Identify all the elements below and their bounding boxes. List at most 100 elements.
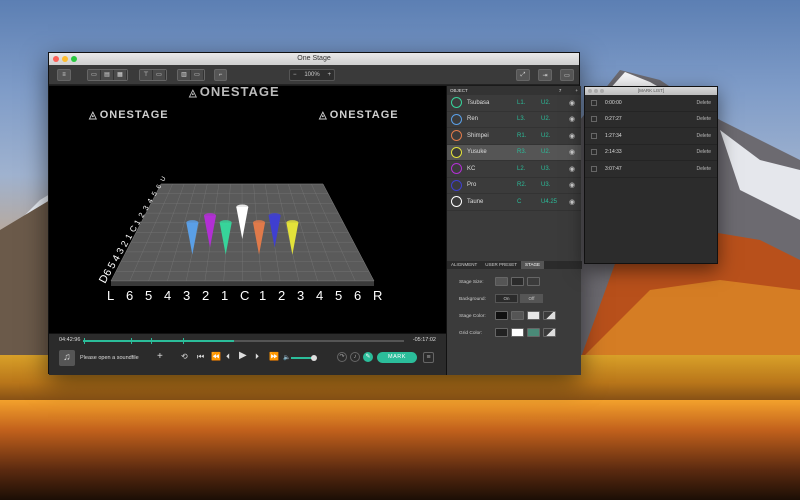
add-object-button[interactable]: + bbox=[575, 88, 578, 93]
loop-icon[interactable]: ⟲ bbox=[181, 352, 188, 361]
object-row[interactable]: Tsubasa L1. U2. ◉ bbox=[447, 95, 581, 112]
title-bar: One Stage bbox=[49, 53, 579, 65]
mark-checkbox[interactable] bbox=[591, 149, 597, 156]
skip-back-icon[interactable]: ⏮ bbox=[197, 352, 204, 362]
step-back-icon[interactable]: ⏴ bbox=[226, 352, 230, 362]
play-icon[interactable]: ▶ bbox=[239, 350, 247, 361]
note-icon[interactable]: ♪ bbox=[350, 352, 360, 362]
mark-checkbox[interactable] bbox=[591, 99, 597, 106]
mark-row[interactable]: 1:27:34 Delete bbox=[585, 128, 717, 145]
eye-icon[interactable]: ◉ bbox=[569, 148, 575, 156]
zoom-in-button[interactable]: + bbox=[327, 72, 331, 78]
stage-color-black[interactable] bbox=[495, 311, 508, 320]
mark-checkbox[interactable] bbox=[591, 165, 597, 172]
object-row[interactable]: Taune C U4.25 ◉ bbox=[447, 194, 581, 211]
stage-viewport[interactable]: ◬ ONESTAGE ◬ ONESTAGE ◬ ONESTAGE L654321C12… bbox=[49, 86, 446, 333]
stage-front-label: 5 bbox=[145, 288, 152, 303]
list-menu-icon[interactable]: ≡ bbox=[423, 352, 434, 363]
object-list: Tsubasa L1. U2. ◉ Ren L3. U2. ◉ Shimpei R1. U2. ◉ Yu… bbox=[447, 95, 581, 211]
eye-icon[interactable]: ◉ bbox=[569, 198, 575, 206]
eye-icon[interactable]: ◉ bbox=[569, 99, 575, 107]
mark-delete-button[interactable]: Delete bbox=[697, 133, 711, 139]
mark-row[interactable]: 0:27:27 Delete bbox=[585, 112, 717, 128]
grid-color-white[interactable] bbox=[511, 328, 524, 337]
layout-b-icon[interactable]: ▭ bbox=[191, 70, 204, 80]
rewind-icon[interactable]: ⏪ bbox=[211, 352, 221, 361]
grid-color-black[interactable] bbox=[495, 328, 508, 337]
add-soundfile-button[interactable]: + bbox=[157, 351, 163, 362]
stage-front-icon[interactable]: ⊤ bbox=[140, 70, 153, 80]
stage-color-white[interactable] bbox=[527, 311, 540, 320]
step-forward-icon[interactable]: ⏵ bbox=[255, 352, 259, 362]
mark-row[interactable]: 2:14:33 Delete bbox=[585, 145, 717, 161]
soundfile-placeholder[interactable]: Please open a soundfile bbox=[80, 355, 139, 361]
object-ud-position: U2. bbox=[541, 149, 551, 156]
object-row[interactable]: Shimpei R1. U2. ◉ bbox=[447, 128, 581, 145]
view-grid-icon[interactable]: ▦ bbox=[114, 70, 127, 80]
mark-delete-button[interactable]: Delete bbox=[697, 166, 711, 172]
music-note-icon[interactable]: ♫ bbox=[59, 350, 75, 366]
stage-top-icon[interactable]: ▭ bbox=[153, 70, 166, 80]
volume-slider[interactable] bbox=[291, 357, 313, 359]
stage-color-gray[interactable] bbox=[511, 311, 524, 320]
close-button[interactable] bbox=[588, 89, 592, 93]
object-row[interactable]: Pro R2. U3. ◉ bbox=[447, 178, 581, 194]
sidebar-toggle-icon[interactable]: ≡ bbox=[57, 69, 71, 81]
background-off-button[interactable]: Off bbox=[520, 294, 543, 303]
object-ud-position: U2. bbox=[541, 99, 551, 106]
object-name: Tsubasa bbox=[467, 99, 490, 106]
object-lr-position: L3. bbox=[517, 116, 526, 123]
layout-a-icon[interactable]: ▥ bbox=[178, 70, 191, 80]
eye-icon[interactable]: ◉ bbox=[569, 132, 575, 140]
stage-front-label: 5 bbox=[335, 288, 342, 303]
background-on-button[interactable]: On bbox=[495, 294, 518, 303]
object-row[interactable]: Yusuke R3. U2. ◉ bbox=[447, 144, 581, 161]
zoom-button[interactable] bbox=[71, 56, 77, 62]
fullscreen-icon[interactable]: ⤢ bbox=[516, 69, 530, 81]
mark-delete-button[interactable]: Delete bbox=[697, 116, 711, 122]
object-row[interactable]: Ren L3. U2. ◉ bbox=[447, 112, 581, 128]
stage-depth-label: 2 bbox=[119, 239, 130, 248]
fast-forward-icon[interactable]: ⏩ bbox=[269, 352, 279, 361]
grid-color-custom[interactable] bbox=[543, 328, 556, 337]
object-ud-position: U3. bbox=[541, 165, 551, 172]
stage-size-medium-icon[interactable] bbox=[511, 277, 524, 286]
minimize-button[interactable] bbox=[594, 89, 598, 93]
tab-alignment[interactable]: ALIGNMENT bbox=[447, 261, 481, 269]
corner-icon[interactable]: ⌐ bbox=[214, 69, 227, 81]
stage-size-large-icon[interactable] bbox=[495, 277, 508, 286]
screen-icon[interactable]: ▭ bbox=[560, 69, 574, 81]
zoom-out-button[interactable]: − bbox=[293, 72, 297, 78]
mark-delete-button[interactable]: Delete bbox=[697, 100, 711, 106]
stage-color-custom[interactable] bbox=[543, 311, 556, 320]
view-single-icon[interactable]: ▭ bbox=[88, 70, 101, 80]
tab-user-preset[interactable]: USER PRESET bbox=[481, 261, 521, 269]
mark-row[interactable]: 3:07:47 Delete bbox=[585, 161, 717, 178]
eye-icon[interactable]: ◉ bbox=[569, 115, 575, 123]
tab-stage[interactable]: STAGE bbox=[521, 261, 544, 269]
mark-checkbox[interactable] bbox=[591, 132, 597, 139]
eye-icon[interactable]: ◉ bbox=[569, 181, 575, 189]
eye-icon[interactable]: ◉ bbox=[569, 165, 575, 173]
mark-row[interactable]: 0:00:00 Delete bbox=[585, 95, 717, 112]
mark-delete-button[interactable]: Delete bbox=[697, 149, 711, 155]
stage-front-label: 1 bbox=[259, 288, 266, 303]
timeline-track[interactable] bbox=[83, 338, 404, 344]
grid-color-teal[interactable] bbox=[527, 328, 540, 337]
zoom-button[interactable] bbox=[600, 89, 604, 93]
pencil-icon[interactable]: ✎ bbox=[363, 352, 373, 362]
stage-size-small-icon[interactable] bbox=[527, 277, 540, 286]
mark-tick[interactable] bbox=[183, 338, 184, 344]
close-button[interactable] bbox=[53, 56, 59, 62]
redo-icon[interactable]: ↷ bbox=[337, 352, 347, 362]
mark-tick[interactable] bbox=[84, 338, 85, 344]
export-icon[interactable]: ⇥ bbox=[538, 69, 552, 81]
object-row[interactable]: KC L2. U3. ◉ bbox=[447, 161, 581, 178]
view-split-icon[interactable]: ▤ bbox=[101, 70, 114, 80]
mark-checkbox[interactable] bbox=[591, 116, 597, 123]
volume-knob[interactable] bbox=[311, 355, 317, 361]
minimize-button[interactable] bbox=[62, 56, 68, 62]
mark-button[interactable]: MARK bbox=[377, 352, 417, 363]
mark-tick[interactable] bbox=[131, 338, 132, 344]
mark-tick[interactable] bbox=[151, 338, 152, 344]
